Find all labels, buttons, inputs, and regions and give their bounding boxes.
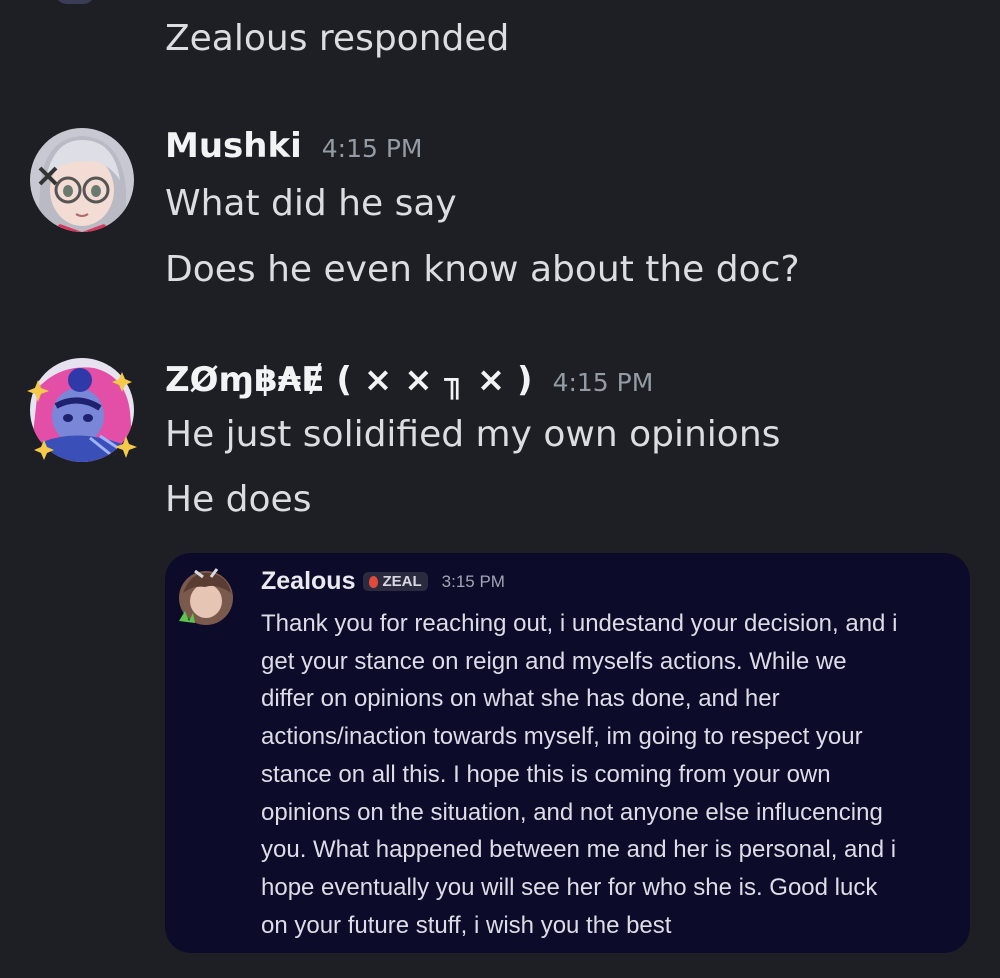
message-header: ZØɱ฿₳Ɇ ( ⨯ × ╖ × ) 4:15 PM: [165, 360, 653, 400]
username-mushki[interactable]: Mushki: [165, 126, 302, 166]
flame-icon: [369, 575, 379, 588]
embed-line: Thank you for reaching out, i undestand …: [261, 610, 898, 637]
username-zombae[interactable]: ZØɱ฿₳Ɇ ( ⨯ × ╖ × ): [165, 360, 533, 400]
embed-line: differ on opinions on what she has done,…: [261, 685, 780, 713]
embedded-screenshot[interactable]: Zealous ZEAL 3:15 PM Thank you for reach…: [165, 553, 970, 953]
embed-header: Zealous ZEAL 3:15 PM: [261, 567, 505, 596]
embed-line: on your future stuff, i wish you the bes…: [261, 911, 672, 939]
message-header: Mushki 4:15 PM: [165, 126, 422, 166]
embed-line: opinions on the situation, and not anyon…: [261, 798, 883, 826]
avatar-zealous: [179, 568, 233, 625]
message-text: He does: [165, 479, 312, 520]
sparkle-decoration-icon: [27, 372, 137, 460]
embed-line: stance on all this. I hope this is comin…: [261, 760, 831, 788]
embed-timestamp: 3:15 PM: [441, 571, 505, 591]
previous-avatar-fragment: [55, 0, 95, 4]
message-text: Zealous responded: [165, 18, 510, 59]
server-tag: ZEAL: [363, 572, 428, 591]
timestamp: 4:15 PM: [321, 134, 423, 163]
embed-username: Zealous: [261, 567, 356, 595]
embed-line: you. What happened between me and her is…: [261, 836, 897, 864]
embed-line: hope eventually you will see her for who…: [261, 873, 878, 901]
server-tag-label: ZEAL: [382, 573, 422, 590]
avatar-mushki[interactable]: [30, 128, 134, 232]
message-text: What did he say: [165, 183, 457, 224]
embed-line: get your stance on reign and myselfs act…: [261, 647, 847, 675]
timestamp: 4:15 PM: [552, 368, 654, 397]
embed-line: actions/inaction towards myself, im goin…: [261, 723, 863, 751]
message-text: Does he even know about the doc?: [165, 249, 800, 290]
embed-message: Thank you for reaching out, i undestand …: [261, 605, 961, 944]
message-text: He just solidified my own opinions: [165, 414, 781, 455]
